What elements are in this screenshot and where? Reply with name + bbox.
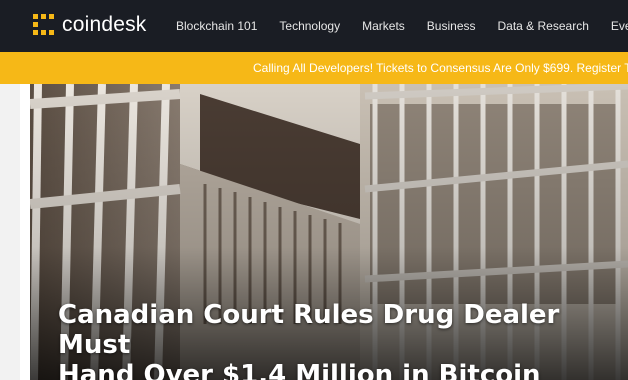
- headline-line-2: Hand Over $1.4 Million in Bitcoin: [58, 360, 541, 380]
- hero-article[interactable]: Canadian Court Rules Drug Dealer Must Ha…: [30, 84, 628, 380]
- nav-item-events[interactable]: Events: [611, 19, 628, 33]
- promo-banner-text[interactable]: Calling All Developers! Tickets to Conse…: [253, 61, 628, 75]
- headline-line-1: Canadian Court Rules Drug Dealer Must: [58, 300, 560, 360]
- nav-item-technology[interactable]: Technology: [279, 19, 340, 33]
- top-navigation-bar: coindesk Blockchain 101 Technology Marke…: [0, 0, 628, 52]
- article-headline[interactable]: Canadian Court Rules Drug Dealer Must Ha…: [58, 300, 618, 380]
- nav-item-business[interactable]: Business: [427, 19, 476, 33]
- left-rail: [0, 84, 20, 380]
- nav-item-blockchain-101[interactable]: Blockchain 101: [176, 19, 257, 33]
- promo-banner[interactable]: Calling All Developers! Tickets to Conse…: [0, 52, 628, 84]
- nav-menu: Blockchain 101 Technology Markets Busine…: [176, 0, 628, 52]
- brand-name: coindesk: [62, 13, 147, 36]
- coindesk-logo[interactable]: coindesk: [32, 13, 146, 37]
- nav-item-data-research[interactable]: Data & Research: [498, 19, 589, 33]
- nav-item-markets[interactable]: Markets: [362, 19, 405, 33]
- coindesk-logo-icon: [33, 14, 54, 35]
